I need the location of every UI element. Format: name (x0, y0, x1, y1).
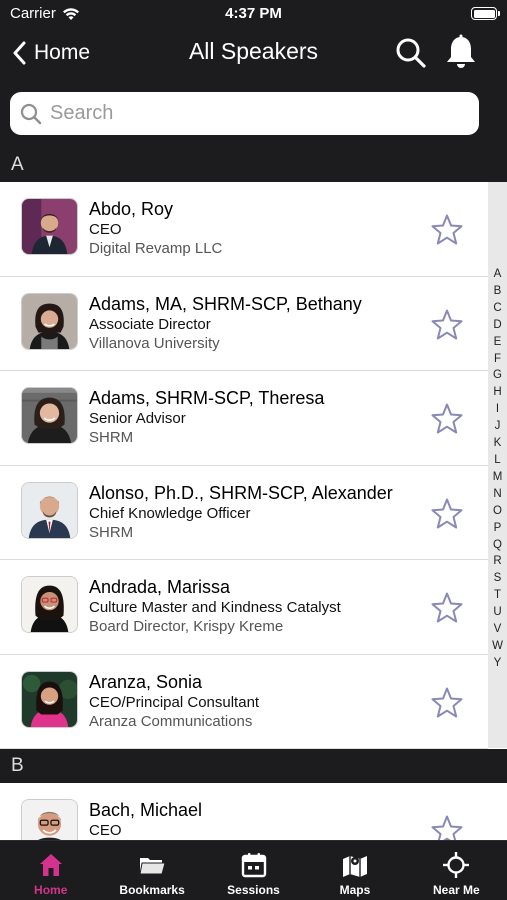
index-letter[interactable]: B (494, 283, 502, 300)
index-letter[interactable]: S (494, 570, 502, 587)
speaker-row[interactable]: Alonso, Ph.D., SHRM-SCP, Alexander Chief… (0, 465, 488, 560)
star-icon[interactable] (430, 402, 464, 436)
index-letter[interactable]: C (493, 300, 501, 317)
avatar (21, 799, 78, 840)
index-letter[interactable]: O (493, 503, 502, 520)
home-icon (39, 854, 62, 876)
speaker-title: Culture Master and Kindness Catalyst (89, 599, 341, 616)
back-label: Home (34, 41, 91, 64)
speaker-title: CEO/Principal Consultant (89, 693, 260, 711)
index-letter[interactable]: J (495, 418, 501, 435)
avatar (21, 670, 78, 728)
tab-sessions[interactable]: Sessions (203, 841, 304, 900)
tab-near-me[interactable]: Near Me (406, 841, 507, 900)
back-button[interactable]: Home (12, 36, 90, 70)
avatar (21, 576, 78, 633)
star-icon[interactable] (430, 213, 464, 247)
index-letter[interactable]: H (493, 384, 501, 401)
star-icon[interactable] (430, 308, 464, 342)
index-letter[interactable]: Q (493, 537, 502, 554)
index-letter[interactable]: A (494, 266, 502, 283)
index-letter[interactable]: I (496, 401, 499, 418)
speaker-name: Adams, SHRM-SCP, Theresa (89, 388, 325, 408)
speaker-name: Alonso, Ph.D., SHRM-SCP, Alexander (89, 482, 393, 503)
status-bar: Carrier 4:37 PM (0, 0, 507, 28)
tab-bar: Home Bookmarks Sessions Maps Near Me (0, 840, 507, 900)
speaker-row[interactable]: Andrada, Marissa Culture Master and Kind… (0, 560, 488, 655)
speaker-organization: SHRM (89, 523, 134, 541)
section-header-a: A (0, 148, 507, 182)
speaker-row[interactable]: Adams, SHRM-SCP, Theresa Senior Advisor … (0, 371, 488, 466)
speaker-title: Associate Director (89, 315, 211, 333)
tab-label: Maps (339, 883, 371, 897)
speaker-title: Chief Knowledge Officer (89, 504, 251, 522)
speaker-row[interactable]: Aranza, Sonia CEO/Principal Consultant A… (0, 654, 488, 749)
index-letter[interactable]: K (494, 435, 502, 452)
speaker-name: Andrada, Marissa (89, 577, 231, 597)
speaker-title: CEO (89, 221, 122, 238)
avatar (21, 481, 78, 539)
map-icon (342, 856, 367, 877)
index-letter[interactable]: G (493, 367, 502, 384)
speaker-row[interactable]: Bach, Michael CEO (0, 783, 488, 840)
speaker-row[interactable]: Abdo, Roy CEO Digital Revamp LLC (0, 182, 488, 277)
search-bar-container (0, 78, 507, 148)
section-header-b: B (0, 749, 507, 783)
search-input[interactable] (50, 102, 450, 125)
index-letter[interactable]: T (494, 587, 501, 604)
star-icon[interactable] (430, 686, 464, 720)
speaker-title: CEO (89, 822, 122, 839)
speaker-name: Abdo, Roy (89, 199, 174, 219)
bell-icon[interactable] (444, 34, 478, 70)
calendar-icon (241, 853, 266, 878)
tab-home[interactable]: Home (0, 841, 101, 900)
index-letter[interactable]: D (493, 317, 501, 334)
index-letter[interactable]: M (493, 469, 503, 486)
avatar (21, 198, 78, 255)
navigation-bar: Home All Speakers (0, 28, 507, 78)
speaker-organization: SHRM (89, 429, 134, 446)
crosshair-icon (443, 852, 470, 878)
search-icon[interactable] (394, 36, 428, 70)
index-letter[interactable]: L (494, 452, 500, 469)
tab-bookmarks[interactable]: Bookmarks (101, 841, 202, 900)
tab-label: Near Me (432, 883, 480, 897)
index-letter[interactable]: N (493, 486, 501, 503)
index-letter[interactable]: P (494, 520, 502, 537)
star-icon[interactable] (430, 591, 464, 625)
avatar (21, 387, 78, 444)
tab-maps[interactable]: Maps (304, 841, 405, 900)
search-field[interactable] (10, 92, 479, 135)
speaker-list[interactable]: A Abdo, Roy CEO Digital Revamp LLC Adams… (0, 148, 507, 840)
index-letter[interactable]: Y (494, 655, 502, 672)
speaker-name: Bach, Michael (89, 800, 203, 820)
chevron-left-icon (13, 41, 26, 65)
star-icon[interactable] (430, 497, 464, 531)
avatar (21, 292, 78, 350)
star-icon[interactable] (430, 814, 464, 840)
speaker-title: Senior Advisor (89, 410, 186, 427)
speaker-organization: Board Director, Krispy Kreme (89, 618, 284, 635)
index-letter[interactable]: F (494, 351, 501, 368)
index-letter[interactable]: U (493, 604, 501, 621)
tab-label: Home (34, 883, 68, 897)
index-letter[interactable]: V (494, 621, 502, 638)
alphabet-index[interactable]: A B C D E F G H I J K L M N O P Q R S T … (488, 266, 507, 672)
speaker-name: Aranza, Sonia (89, 671, 203, 692)
clock: 4:37 PM (225, 5, 282, 22)
index-letter[interactable]: W (492, 638, 503, 655)
index-letter[interactable]: E (494, 334, 502, 351)
folder-icon (139, 858, 166, 875)
tab-label: Sessions (227, 883, 280, 897)
speaker-organization: Digital Revamp LLC (89, 240, 223, 257)
speaker-row[interactable]: Adams, MA, SHRM-SCP, Bethany Associate D… (0, 276, 488, 371)
tab-label: Bookmarks (119, 883, 185, 897)
speaker-name: Adams, MA, SHRM-SCP, Bethany (89, 293, 362, 314)
speaker-organization: Villanova University (89, 334, 220, 352)
magnifier-icon (20, 103, 42, 124)
speaker-organization: Aranza Communications (89, 712, 253, 730)
battery-icon (471, 7, 500, 20)
index-letter[interactable]: R (493, 553, 501, 570)
